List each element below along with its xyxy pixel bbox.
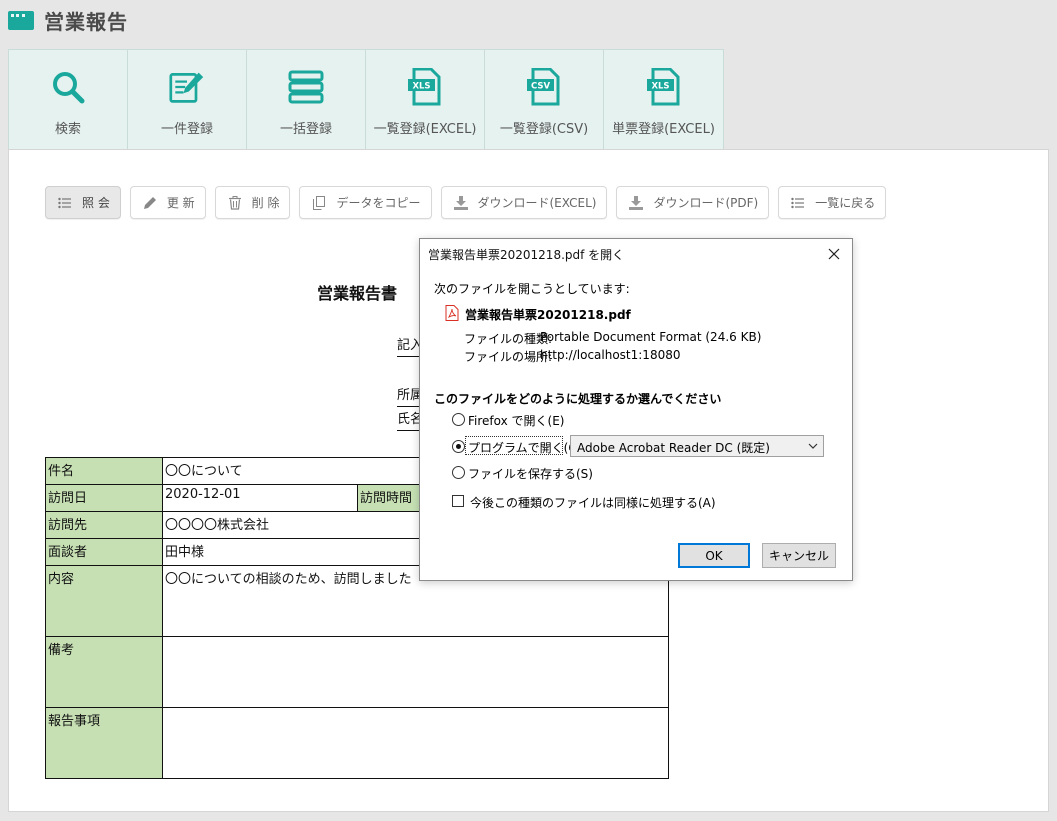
file-location-label: ファイルの場所: — [464, 350, 553, 364]
app-header: 営業報告 — [8, 6, 128, 34]
radio-save-file[interactable] — [452, 466, 465, 479]
ok-button[interactable]: OK — [678, 543, 750, 568]
search-icon — [50, 69, 86, 105]
table-row: 報告事項 — [45, 707, 669, 779]
radio-save-file-label[interactable]: ファイルを保存する(S) — [468, 465, 593, 482]
download-pdf-button[interactable]: ダウンロード(PDF) — [616, 186, 770, 219]
download-excel-button-label: ダウンロード(EXCEL) — [477, 196, 597, 210]
interviewee-label: 面談者 — [45, 538, 163, 566]
tile-label: 一覧登録(EXCEL) — [373, 122, 477, 137]
radio-open-program[interactable] — [452, 440, 465, 453]
radio-open-firefox[interactable] — [452, 413, 465, 426]
tile-label: 一件登録 — [160, 122, 213, 137]
remember-checkbox[interactable] — [452, 495, 464, 507]
list-stack-icon — [288, 69, 324, 105]
visit-date-label: 訪問日 — [45, 484, 163, 512]
download-icon — [452, 195, 470, 211]
tile-label: 一覧登録(CSV) — [499, 122, 589, 137]
trash-icon — [226, 195, 244, 211]
cancel-button[interactable]: キャンセル — [762, 543, 836, 568]
dialog-question: このファイルをどのように処理するか選んでください — [434, 392, 722, 406]
download-pdf-button-label: ダウンロード(PDF) — [653, 196, 759, 210]
download-icon — [627, 195, 645, 211]
update-button[interactable]: 更 新 — [129, 186, 206, 219]
tile-list-register-csv[interactable]: CSV 一覧登録(CSV) — [485, 50, 604, 149]
action-toolbar: 照 会 更 新 削 除 データをコピー ダウンロード(EXCEL) ダウンロード… — [45, 186, 887, 219]
file-type-label: ファイルの種類: — [464, 332, 553, 346]
update-button-label: 更 新 — [166, 196, 195, 210]
radio-open-program-label[interactable]: プログラムで開く(O): — [468, 439, 587, 456]
close-icon[interactable] — [826, 246, 842, 262]
file-location-value: http://localhost1:18080 — [540, 348, 681, 362]
tile-list-register-excel[interactable]: XLS 一覧登録(EXCEL) — [366, 50, 485, 149]
dialog-filename: 営業報告単票20201218.pdf — [465, 308, 631, 322]
tile-single-register-excel[interactable]: XLS 単票登録(EXCEL) — [604, 50, 723, 149]
content-label: 内容 — [45, 565, 163, 637]
visit-time-label: 訪問時間 — [357, 484, 424, 512]
tile-bulk-register[interactable]: 一括登録 — [247, 50, 366, 149]
tile-search[interactable]: 検索 — [9, 50, 128, 149]
app-window-icon — [8, 10, 34, 30]
file-badge: CSV — [531, 82, 551, 92]
xls-file-icon: XLS — [407, 68, 443, 106]
remember-checkbox-label[interactable]: 今後この種類のファイルは同様に処理する(A) — [470, 494, 716, 511]
list-icon — [56, 195, 74, 211]
xls-file-icon: XLS — [646, 68, 682, 106]
list-icon — [789, 195, 807, 211]
copy-icon — [310, 195, 328, 211]
copy-data-button-label: データをコピー — [336, 196, 421, 210]
tile-label: 検索 — [54, 122, 81, 137]
view-button[interactable]: 照 会 — [45, 186, 121, 219]
view-button-label: 照 会 — [82, 196, 110, 210]
dialog-intro: 次のファイルを開こうとしています: — [434, 282, 630, 296]
radio-open-firefox-label[interactable]: Firefox で開く(E) — [468, 412, 564, 429]
table-row: 備考 — [45, 636, 669, 708]
tile-label: 単票登録(EXCEL) — [612, 122, 715, 137]
report-items-value — [162, 707, 669, 779]
csv-file-icon: CSV — [526, 68, 562, 106]
pencil-icon — [141, 195, 159, 211]
subject-label: 件名 — [45, 457, 163, 485]
remarks-value — [162, 636, 669, 708]
back-to-list-button-label: 一覧に戻る — [815, 196, 876, 210]
destination-label: 訪問先 — [45, 511, 163, 539]
dialog-title: 営業報告単票20201218.pdf を開く — [428, 248, 625, 262]
pdf-file-icon — [445, 305, 459, 321]
file-badge: XLS — [651, 82, 669, 92]
delete-button-label: 削 除 — [251, 196, 280, 210]
download-excel-button[interactable]: ダウンロード(EXCEL) — [440, 186, 608, 219]
tile-label: 一括登録 — [279, 122, 332, 137]
page-title: 営業報告 — [44, 9, 128, 34]
file-badge: XLS — [412, 82, 430, 92]
file-type-value: Portable Document Format (24.6 KB) — [540, 330, 762, 344]
program-select-value: Adobe Acrobat Reader DC (既定) — [577, 441, 770, 455]
program-select[interactable]: Adobe Acrobat Reader DC (既定) — [570, 435, 824, 457]
remarks-label: 備考 — [45, 636, 163, 708]
copy-data-button[interactable]: データをコピー — [299, 186, 432, 219]
delete-button[interactable]: 削 除 — [214, 186, 291, 219]
back-to-list-button[interactable]: 一覧に戻る — [778, 186, 887, 219]
visit-date-value: 2020-12-01 — [162, 484, 358, 512]
chevron-down-icon — [808, 440, 818, 454]
report-items-label: 報告事項 — [45, 707, 163, 779]
open-file-dialog: 営業報告単票20201218.pdf を開く 次のファイルを開こうとしています:… — [419, 238, 853, 581]
edit-form-icon — [169, 69, 205, 105]
main-tiles: 検索 一件登録 一括登録 XLS 一覧登録(EXCEL) CSV 一覧登録(CS… — [8, 49, 724, 150]
tile-single-register[interactable]: 一件登録 — [128, 50, 247, 149]
